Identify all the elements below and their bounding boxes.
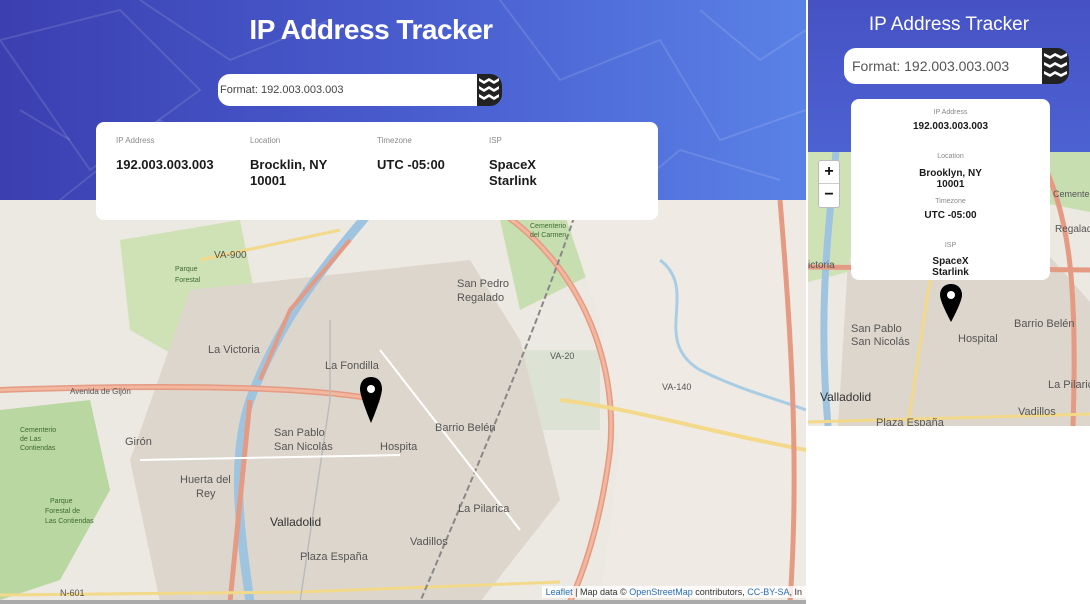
svg-text:Plaza España: Plaza España bbox=[876, 417, 945, 426]
svg-text:San Pablo: San Pablo bbox=[274, 427, 325, 439]
info-ip: IP Address 192.003.003.003 bbox=[116, 136, 214, 173]
info-isp: ISP SpaceX Starlink bbox=[489, 136, 537, 189]
info-isp-label: ISP bbox=[489, 136, 502, 145]
mobile-info-timezone: Timezone UTC -05:00 bbox=[851, 198, 1050, 221]
svg-text:del Carmen: del Carmen bbox=[530, 232, 566, 239]
ip-search-bar: Format: 192.003.003.003 bbox=[218, 74, 502, 106]
svg-text:Vadillos: Vadillos bbox=[410, 536, 448, 548]
mobile-ip-search-bar: Format: 192.003.003.003 bbox=[844, 48, 1069, 84]
info-ip-label: IP Address bbox=[116, 136, 155, 145]
svg-text:Avenida de Gijón: Avenida de Gijón bbox=[70, 387, 131, 396]
svg-text:Valladolid: Valladolid bbox=[270, 515, 321, 529]
page-title: IP Address Tracker bbox=[249, 14, 493, 45]
svg-text:Barrio Belén: Barrio Belén bbox=[1014, 318, 1075, 330]
svg-text:Girón: Girón bbox=[125, 436, 152, 448]
mobile-view: IP Address Tracker Format: 192.003.003.0… bbox=[808, 0, 1090, 426]
mobile-location-marker-icon[interactable] bbox=[938, 283, 964, 323]
svg-text:Regalado: Regalado bbox=[1055, 224, 1090, 235]
location-marker-icon[interactable] bbox=[359, 376, 383, 424]
mobile-info-isp-label: ISP bbox=[944, 242, 957, 249]
svg-text:Cementerio: Cementerio bbox=[530, 223, 566, 230]
svg-text:ictoria: ictoria bbox=[808, 260, 835, 271]
info-location-value: Brocklin, NY 10001 bbox=[250, 157, 328, 188]
svg-text:San Pablo: San Pablo bbox=[851, 323, 902, 335]
svg-text:Regalado: Regalado bbox=[457, 292, 504, 304]
svg-text:Hospital: Hospital bbox=[958, 333, 998, 345]
mobile-ip-search-input[interactable]: Format: 192.003.003.003 bbox=[844, 48, 1042, 84]
desktop-view: IP Address Tracker Format: 192.003.003.0… bbox=[0, 0, 806, 604]
svg-text:Las Contiendas: Las Contiendas bbox=[45, 518, 94, 525]
svg-text:La Pilarica: La Pilarica bbox=[458, 503, 510, 515]
svg-text:N-601: N-601 bbox=[60, 588, 85, 598]
zoom-out-button[interactable]: − bbox=[819, 184, 839, 207]
svg-text:Barrio Belén: Barrio Belén bbox=[435, 422, 496, 434]
chevron-right-icon bbox=[479, 78, 499, 100]
svg-text:Huerta del: Huerta del bbox=[180, 474, 231, 486]
mobile-info-location-label: Location bbox=[937, 153, 964, 160]
info-timezone: Timezone UTC -05:00 bbox=[377, 136, 445, 173]
svg-text:Vadillos: Vadillos bbox=[1018, 406, 1056, 418]
svg-text:Parque: Parque bbox=[50, 498, 73, 505]
svg-text:Forestal de: Forestal de bbox=[45, 508, 80, 515]
info-location-label: Location bbox=[250, 136, 281, 145]
svg-text:Rey: Rey bbox=[196, 488, 216, 500]
mobile-info-timezone-value: UTC -05:00 bbox=[924, 210, 977, 221]
ip-info-card: IP Address 192.003.003.003 Location Broc… bbox=[96, 122, 658, 220]
map-tiles: VA-900 Parque Forestal Cementerio del Ca… bbox=[0, 200, 806, 602]
svg-text:La Pilarica: La Pilarica bbox=[1048, 379, 1090, 391]
info-timezone-value: UTC -05:00 bbox=[377, 157, 445, 172]
svg-text:Hospita: Hospita bbox=[380, 441, 418, 453]
svg-text:San Nicolás: San Nicolás bbox=[851, 336, 910, 348]
mobile-page-title: IP Address Tracker bbox=[868, 14, 1030, 35]
ip-search-input[interactable]: Format: 192.003.003.003 bbox=[218, 74, 477, 106]
zoom-control: + − bbox=[818, 160, 840, 208]
svg-text:La Victoria: La Victoria bbox=[208, 344, 261, 356]
svg-text:de Las: de Las bbox=[20, 436, 42, 443]
svg-text:VA-140: VA-140 bbox=[662, 382, 691, 392]
svg-text:Parque: Parque bbox=[175, 266, 198, 273]
svg-text:Plaza España: Plaza España bbox=[300, 551, 369, 563]
svg-text:VA-20: VA-20 bbox=[550, 351, 574, 361]
svg-text:Contiendas: Contiendas bbox=[20, 445, 56, 452]
mobile-ip-info-card: IP Address 192.003.003.003 Location Broo… bbox=[851, 99, 1050, 280]
mobile-info-location-value: Brooklyn, NY 10001 bbox=[919, 168, 982, 190]
svg-text:Cementerio: Cementerio bbox=[20, 427, 56, 434]
mobile-info-ip-label: IP Address bbox=[933, 109, 968, 116]
mobile-info-timezone-label: Timezone bbox=[935, 198, 966, 205]
info-isp-value: SpaceX Starlink bbox=[489, 157, 537, 188]
info-ip-value: 192.003.003.003 bbox=[116, 157, 214, 172]
osm-link[interactable]: OpenStreetMap bbox=[629, 587, 693, 597]
svg-text:San Pedro: San Pedro bbox=[457, 278, 509, 290]
map-view[interactable]: VA-900 Parque Forestal Cementerio del Ca… bbox=[0, 200, 806, 602]
info-location: Location Brocklin, NY 10001 bbox=[250, 136, 327, 189]
mobile-info-ip-value: 192.003.003.003 bbox=[912, 121, 989, 132]
svg-text:Valladolid: Valladolid bbox=[820, 390, 871, 404]
zoom-in-button[interactable]: + bbox=[819, 161, 839, 184]
svg-text:Forestal: Forestal bbox=[175, 277, 201, 284]
license-link[interactable]: CC-BY-SA bbox=[747, 587, 789, 597]
map-attribution: Leaflet | Map data © OpenStreetMap contr… bbox=[541, 586, 806, 598]
mobile-info-location: Location Brooklyn, NY 10001 bbox=[851, 153, 1050, 190]
leaflet-link[interactable]: Leaflet bbox=[546, 587, 573, 597]
search-submit-button[interactable] bbox=[477, 74, 502, 106]
svg-text:La Fondilla: La Fondilla bbox=[325, 360, 380, 372]
mobile-info-ip: IP Address 192.003.003.003 bbox=[851, 109, 1050, 132]
mobile-info-isp-value: SpaceX Starlink bbox=[932, 256, 969, 278]
svg-text:Cementerio: Cementerio bbox=[1053, 189, 1090, 199]
scrollbar-horizontal[interactable] bbox=[0, 600, 806, 604]
chevron-right-icon bbox=[1044, 53, 1067, 77]
mobile-search-submit-button[interactable] bbox=[1042, 48, 1069, 84]
svg-text:San Nicolás: San Nicolás bbox=[274, 441, 333, 453]
svg-text:VA-900: VA-900 bbox=[214, 250, 247, 261]
info-timezone-label: Timezone bbox=[377, 136, 412, 145]
mobile-info-isp: ISP SpaceX Starlink bbox=[851, 242, 1050, 278]
